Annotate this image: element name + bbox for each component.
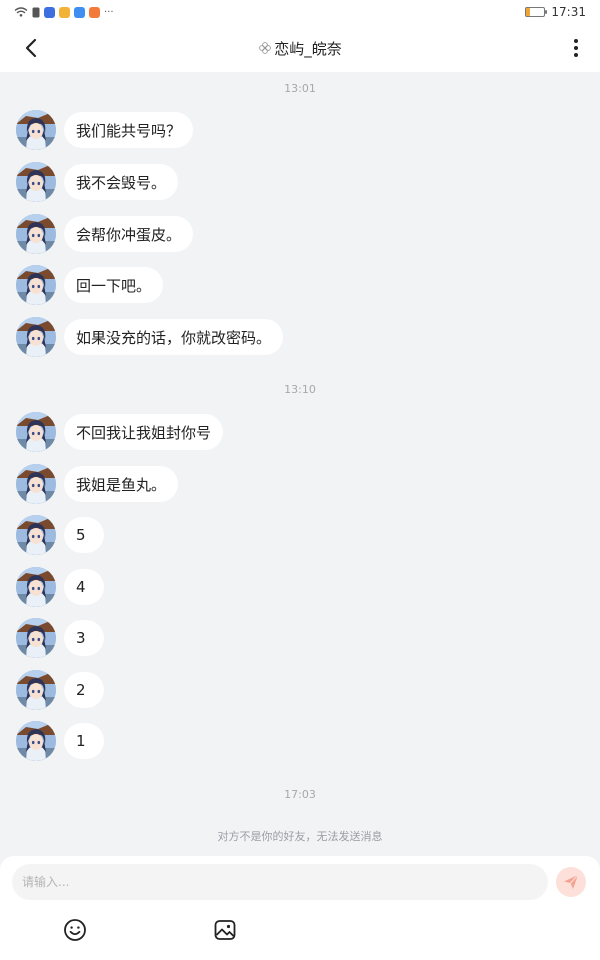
timestamp: 13:01 bbox=[284, 82, 316, 95]
battery-icon bbox=[525, 7, 548, 17]
wifi-icon bbox=[14, 7, 28, 17]
avatar[interactable] bbox=[16, 721, 56, 761]
message-bubble[interactable]: 不回我让我姐封你号 bbox=[64, 414, 224, 450]
send-icon bbox=[564, 874, 579, 889]
avatar[interactable] bbox=[16, 110, 56, 150]
message-bubble[interactable]: 如果没充的话，你就改密码。 bbox=[64, 319, 284, 355]
message-row: 3 bbox=[16, 618, 104, 658]
message-row: 如果没充的话，你就改密码。 bbox=[16, 317, 284, 357]
message-row: 2 bbox=[16, 670, 104, 710]
avatar[interactable] bbox=[16, 214, 56, 254]
send-button[interactable] bbox=[556, 867, 586, 897]
avatar[interactable] bbox=[16, 515, 56, 555]
avatar[interactable] bbox=[16, 464, 56, 504]
contact-name: 恋屿_皖奈 bbox=[274, 39, 342, 58]
message-bubble[interactable]: 3 bbox=[64, 620, 104, 656]
app-icon-orange bbox=[89, 6, 100, 18]
status-bar: ··· 17:31 bbox=[0, 0, 600, 24]
system-notice: 对方不是你的好友，无法发送消息 bbox=[217, 830, 383, 843]
message-bubble[interactable]: 回一下吧。 bbox=[64, 267, 164, 303]
message-bubble[interactable]: 4 bbox=[64, 569, 104, 605]
message-bubble[interactable]: 5 bbox=[64, 517, 104, 553]
avatar[interactable] bbox=[16, 618, 56, 658]
chat-title: 恋屿_皖奈 bbox=[258, 38, 342, 59]
avatar[interactable] bbox=[16, 162, 56, 202]
message-row: 我们能共号吗？ bbox=[16, 110, 194, 150]
message-row: 会帮你冲蛋皮。 bbox=[16, 214, 194, 254]
message-bubble[interactable]: 会帮你冲蛋皮。 bbox=[64, 216, 194, 252]
message-row: 不回我让我姐封你号 bbox=[16, 412, 224, 452]
message-row: 我不会毁号。 bbox=[16, 162, 179, 202]
app-icon-yellow bbox=[59, 6, 70, 18]
timestamp: 17:03 bbox=[284, 788, 316, 801]
cloud-icon bbox=[74, 6, 85, 18]
message-row: 回一下吧。 bbox=[16, 265, 164, 305]
message-bubble[interactable]: 1 bbox=[64, 723, 104, 759]
emoji-icon[interactable] bbox=[63, 918, 87, 942]
message-row: 1 bbox=[16, 721, 104, 761]
timestamp: 13:10 bbox=[284, 383, 316, 396]
avatar[interactable] bbox=[16, 412, 56, 452]
back-arrow-icon[interactable] bbox=[20, 36, 44, 60]
message-bubble[interactable]: 我们能共号吗？ bbox=[64, 112, 194, 148]
chat-area[interactable]: 13:01 我们能共号吗？ 我不会毁号。 会帮你冲蛋皮。 回一下吧。 如果没充的… bbox=[0, 72, 600, 856]
more-notifications: ··· bbox=[104, 6, 114, 18]
app-icon-blue bbox=[44, 6, 55, 18]
chat-header: 恋屿_皖奈 bbox=[0, 24, 600, 72]
message-bubble[interactable]: 2 bbox=[64, 672, 104, 708]
avatar[interactable] bbox=[16, 265, 56, 305]
avatar[interactable] bbox=[16, 670, 56, 710]
message-bubble[interactable]: 我姐是鱼丸。 bbox=[64, 466, 179, 502]
composer bbox=[0, 856, 600, 960]
avatar[interactable] bbox=[16, 317, 56, 357]
avatar[interactable] bbox=[16, 567, 56, 607]
sim-icon bbox=[32, 7, 40, 17]
message-row: 4 bbox=[16, 567, 104, 607]
battery-level bbox=[526, 8, 530, 16]
more-vertical-icon[interactable] bbox=[566, 36, 586, 60]
message-row: 5 bbox=[16, 515, 104, 555]
message-input[interactable] bbox=[12, 864, 548, 900]
image-icon[interactable] bbox=[213, 918, 237, 942]
message-bubble[interactable]: 我不会毁号。 bbox=[64, 164, 179, 200]
status-right: 17:31 bbox=[525, 5, 586, 19]
flower-icon bbox=[259, 42, 272, 54]
message-row: 我姐是鱼丸。 bbox=[16, 464, 179, 504]
clock: 17:31 bbox=[551, 5, 586, 19]
status-icons: ··· bbox=[14, 6, 114, 18]
